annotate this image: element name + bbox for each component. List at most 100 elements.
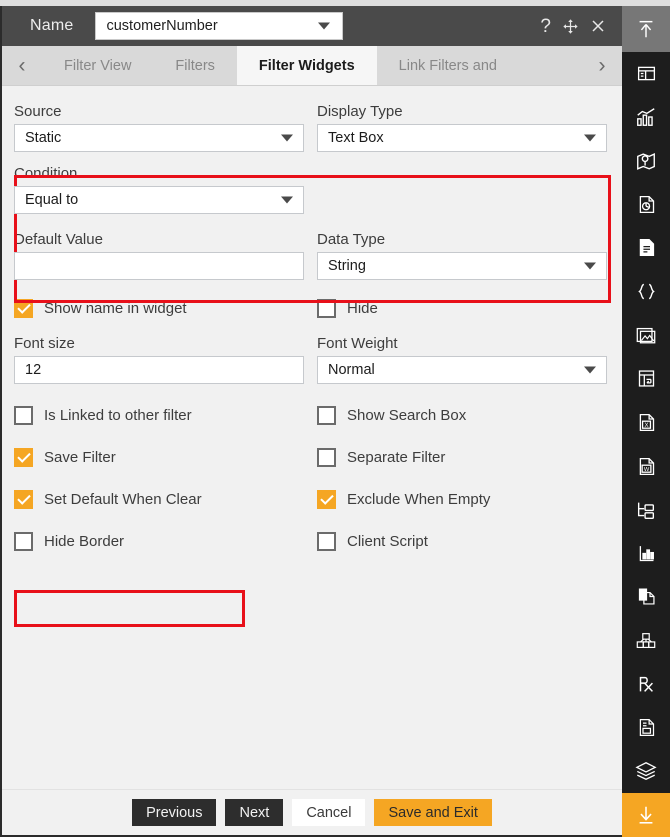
condition-field-group: Condition Equal to bbox=[14, 165, 307, 214]
tab-scroll-right-icon[interactable]: › bbox=[582, 46, 622, 85]
tree-folder-icon[interactable] bbox=[622, 488, 670, 532]
font-weight-field-group: Font Weight Normal bbox=[317, 335, 610, 384]
hide-border-group: Hide Border bbox=[14, 527, 307, 555]
excel-file-icon[interactable]: X bbox=[622, 401, 670, 445]
hide-border-label: Hide Border bbox=[44, 532, 125, 550]
default-value-field-group: Default Value bbox=[14, 231, 307, 280]
font-weight-select[interactable]: Normal bbox=[317, 356, 607, 384]
checkbox-row: Separate Filter bbox=[317, 443, 610, 471]
checkbox-row: Set Default When Clear bbox=[14, 485, 307, 513]
exclude-when-empty-group: Exclude When Empty bbox=[317, 485, 610, 513]
dialog-title-bar: Name customerNumber ? bbox=[2, 6, 622, 46]
map-pin-icon[interactable] bbox=[622, 139, 670, 183]
pie-chart-document-icon[interactable] bbox=[622, 182, 670, 226]
font-weight-label: Font Weight bbox=[317, 335, 398, 352]
source-label: Source bbox=[14, 103, 62, 120]
word-file-icon[interactable]: W bbox=[622, 444, 670, 488]
display-type-select[interactable]: Text Box bbox=[317, 124, 607, 152]
font-size-field-group: Font size 12 bbox=[14, 335, 307, 384]
separate-filter-label: Separate Filter bbox=[347, 448, 446, 466]
tab-bar: ‹ Filter View Filters Filter Widgets Lin… bbox=[2, 46, 622, 86]
condition-select[interactable]: Equal to bbox=[14, 186, 304, 214]
tab-filter-widgets[interactable]: Filter Widgets bbox=[236, 46, 377, 85]
name-label: Name bbox=[30, 17, 74, 34]
rx-prescription-icon[interactable] bbox=[622, 662, 670, 706]
close-icon[interactable] bbox=[590, 18, 606, 34]
condition-right-spacer bbox=[317, 165, 610, 214]
dashboard-panel-icon[interactable] bbox=[622, 52, 670, 96]
set-default-when-clear-group: Set Default When Clear bbox=[14, 485, 307, 513]
tab-scroll-left-icon[interactable]: ‹ bbox=[2, 46, 42, 85]
hide-label: Hide bbox=[347, 299, 378, 317]
collapse-up-arrow-icon[interactable] bbox=[622, 6, 670, 52]
data-type-select[interactable]: String bbox=[317, 252, 607, 280]
show-search-box-checkbox[interactable] bbox=[317, 405, 336, 425]
checkbox-row: Hide Border bbox=[14, 527, 307, 555]
data-type-value: String bbox=[328, 258, 366, 274]
tab-filter-view[interactable]: Filter View bbox=[42, 46, 153, 85]
is-linked-to-other-filter-checkbox[interactable] bbox=[14, 405, 33, 425]
checkbox-row: Exclude When Empty bbox=[317, 485, 610, 513]
show-name-in-widget-label: Show name in widget bbox=[44, 299, 187, 317]
set-default-when-clear-highlight bbox=[14, 590, 245, 627]
document-text-icon[interactable] bbox=[622, 226, 670, 270]
bar-chart-icon[interactable] bbox=[622, 95, 670, 139]
show-name-in-widget-checkbox[interactable] bbox=[14, 298, 33, 318]
report-document-icon[interactable] bbox=[622, 706, 670, 750]
client-script-group: Client Script bbox=[317, 527, 610, 555]
previous-button[interactable]: Previous bbox=[132, 799, 217, 826]
cancel-button[interactable]: Cancel bbox=[292, 799, 366, 826]
client-script-checkbox[interactable] bbox=[317, 531, 336, 551]
question-mark-icon[interactable]: ? bbox=[540, 17, 551, 36]
checkbox-row: Is Linked to other filter bbox=[14, 401, 307, 429]
curly-braces-icon[interactable] bbox=[622, 270, 670, 314]
chevron-down-icon bbox=[584, 262, 596, 270]
font-size-input[interactable]: 12 bbox=[14, 356, 304, 384]
tab-link-filters[interactable]: Link Filters and bbox=[377, 46, 519, 85]
checkbox-row: Show name in widget bbox=[14, 294, 307, 322]
move-cross-icon[interactable] bbox=[562, 18, 579, 35]
font-weight-value: Normal bbox=[328, 362, 375, 378]
separate-filter-group: Separate Filter bbox=[317, 443, 610, 471]
is-linked-to-other-filter-label: Is Linked to other filter bbox=[44, 406, 192, 424]
next-button[interactable]: Next bbox=[225, 799, 284, 826]
save-filter-label: Save Filter bbox=[44, 448, 116, 466]
show-search-box-group: Show Search Box bbox=[317, 401, 610, 429]
source-value: Static bbox=[25, 130, 62, 146]
default-value-input[interactable] bbox=[14, 252, 304, 280]
cubes-icon[interactable] bbox=[622, 619, 670, 663]
chevron-down-icon bbox=[318, 22, 331, 30]
condition-value: Equal to bbox=[25, 192, 79, 208]
display-type-value: Text Box bbox=[328, 130, 384, 146]
set-default-when-clear-checkbox[interactable] bbox=[14, 489, 33, 509]
filter-widget-dialog: Name customerNumber ? ‹ Filter View Filt… bbox=[0, 6, 622, 837]
chart-axis-icon[interactable] bbox=[622, 531, 670, 575]
hide-border-checkbox[interactable] bbox=[14, 531, 33, 551]
font-size-value: 12 bbox=[25, 362, 42, 378]
chevron-down-icon bbox=[281, 196, 293, 204]
save-filter-checkbox[interactable] bbox=[14, 447, 33, 467]
checkbox-row: Client Script bbox=[317, 527, 610, 555]
layers-stack-icon[interactable] bbox=[622, 750, 670, 794]
source-field-group: Source Static bbox=[14, 103, 307, 152]
download-arrow-icon[interactable] bbox=[622, 793, 670, 837]
chevron-down-icon bbox=[584, 366, 596, 374]
tab-filters[interactable]: Filters bbox=[153, 46, 236, 85]
save-filter-group: Save Filter bbox=[14, 443, 307, 471]
separate-filter-checkbox[interactable] bbox=[317, 447, 336, 467]
name-dropdown[interactable]: customerNumber bbox=[95, 12, 344, 40]
hide-checkbox[interactable] bbox=[317, 298, 336, 318]
save-and-exit-button[interactable]: Save and Exit bbox=[374, 799, 492, 826]
name-dropdown-value: customerNumber bbox=[106, 18, 218, 34]
filter-widget-form: Source Static Display Type Text Box Cond… bbox=[2, 86, 622, 789]
copy-pages-icon[interactable] bbox=[622, 575, 670, 619]
source-select[interactable]: Static bbox=[14, 124, 304, 152]
title-bar-actions: ? bbox=[540, 17, 612, 36]
table-grid-icon[interactable] bbox=[622, 357, 670, 401]
exclude-when-empty-checkbox[interactable] bbox=[317, 489, 336, 509]
svg-text:X: X bbox=[644, 422, 648, 429]
image-gallery-icon[interactable] bbox=[622, 313, 670, 357]
checkbox-row: Show Search Box bbox=[317, 401, 610, 429]
chevron-down-icon bbox=[584, 134, 596, 142]
data-type-label: Data Type bbox=[317, 231, 386, 248]
